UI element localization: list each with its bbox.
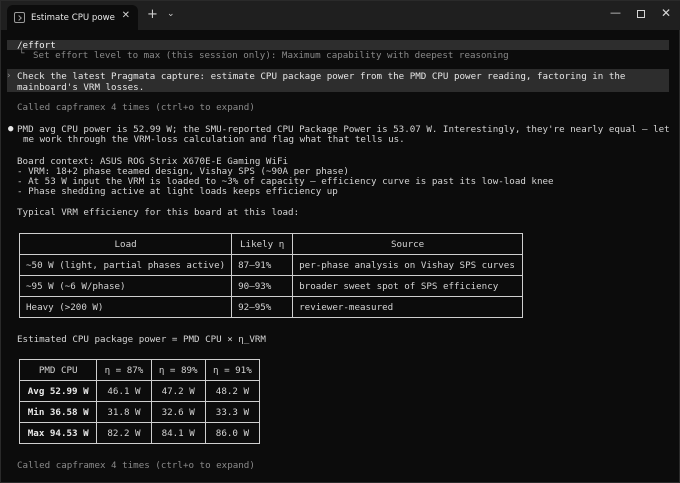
column-header: η = 91% — [204, 359, 261, 381]
table-cell: ~95 W (~6 W/phase) — [18, 275, 233, 297]
user-prompt-line-1: Check the latest Pragmata capture: estim… — [17, 71, 626, 82]
tool-call-summary-1[interactable]: Called capframex 4 times (ctrl+o to expa… — [17, 102, 255, 113]
table-row: Min 36.58 W 31.8 W 32.6 W 33.3 W — [18, 401, 261, 423]
tab-title: Estimate CPU power from — [31, 12, 115, 23]
table-row: ~95 W (~6 W/phase) 90–93% broader sweet … — [18, 275, 523, 297]
terminal-icon — [14, 12, 25, 23]
table-cell: 46.1 W — [96, 380, 152, 402]
column-header: η = 87% — [96, 359, 152, 381]
column-header: Likely η — [231, 233, 294, 255]
prompt-chevron-icon: › — [7, 71, 11, 81]
title-bar: Estimate CPU power from ✕ + ⌄ — ✕ — [1, 1, 680, 30]
table-cell: Heavy (>200 W) — [18, 296, 233, 318]
minimize-button[interactable]: — — [610, 6, 621, 20]
table-cell: 92–95% — [231, 296, 294, 318]
terminal-tab[interactable]: Estimate CPU power from ✕ — [7, 5, 138, 30]
maximize-button[interactable] — [637, 10, 645, 18]
table-row: ~50 W (light, partial phases active) 87–… — [18, 254, 523, 276]
table-cell: 90–93% — [231, 275, 294, 297]
table-cell: per-phase analysis on Vishay SPS curves — [292, 254, 523, 276]
terminal-window: Estimate CPU power from ✕ + ⌄ — ✕ /effor… — [0, 0, 680, 483]
tab-dropdown-button[interactable]: ⌄ — [167, 9, 175, 19]
table-cell: 32.6 W — [150, 401, 206, 423]
user-prompt-line-2: mainboard's VRM losses. — [17, 82, 145, 93]
effort-result: Set effort level to max (this session on… — [33, 50, 509, 61]
efficiency-heading: Typical VRM efficiency for this board at… — [17, 207, 300, 218]
table-cell: Min 36.58 W — [18, 401, 98, 423]
table-cell: reviewer-measured — [292, 296, 523, 318]
board-item-3: - Phase shedding active at light loads k… — [17, 186, 338, 197]
result-corner-icon: └ — [19, 49, 25, 59]
table-cell: 48.2 W — [204, 380, 261, 402]
table-cell: Avg 52.99 W — [18, 380, 98, 402]
vrm-efficiency-table: Load Likely η Source ~50 W (light, parti… — [18, 233, 523, 318]
table-cell: 47.2 W — [150, 380, 206, 402]
response-bullet-icon: ● — [8, 124, 14, 134]
column-header: Source — [292, 233, 523, 255]
table-header-row: PMD CPU η = 87% η = 89% η = 91% — [18, 359, 261, 381]
table-cell: Max 94.53 W — [18, 422, 98, 444]
column-header: η = 89% — [150, 359, 206, 381]
table-row: Avg 52.99 W 46.1 W 47.2 W 48.2 W — [18, 380, 261, 402]
tab-close-icon[interactable]: ✕ — [122, 10, 130, 21]
table-cell: 33.3 W — [204, 401, 261, 423]
close-window-button[interactable]: ✕ — [661, 6, 671, 20]
answer-line-2: me work through the VRM-loss calculation… — [23, 134, 405, 145]
tool-call-summary-2[interactable]: Called capframex 4 times (ctrl+o to expa… — [17, 460, 255, 471]
formula-heading: Estimated CPU package power = PMD CPU × … — [17, 334, 266, 345]
table-cell: 87–91% — [231, 254, 294, 276]
table-cell: ~50 W (light, partial phases active) — [18, 254, 233, 276]
table-row: Max 94.53 W 82.2 W 84.1 W 86.0 W — [18, 422, 261, 444]
column-header: Load — [18, 233, 233, 255]
table-cell: 86.0 W — [204, 422, 261, 444]
table-header-row: Load Likely η Source — [18, 233, 523, 255]
column-header: PMD CPU — [18, 359, 98, 381]
table-cell: 31.8 W — [96, 401, 152, 423]
new-tab-button[interactable]: + — [147, 8, 158, 22]
estimated-power-table: PMD CPU η = 87% η = 89% η = 91% Avg 52.9… — [18, 359, 261, 444]
table-cell: 82.2 W — [96, 422, 152, 444]
table-cell: broader sweet spot of SPS efficiency — [292, 275, 523, 297]
table-row: Heavy (>200 W) 92–95% reviewer-measured — [18, 296, 523, 318]
command-highlight — [7, 40, 669, 50]
table-cell: 84.1 W — [150, 422, 206, 444]
